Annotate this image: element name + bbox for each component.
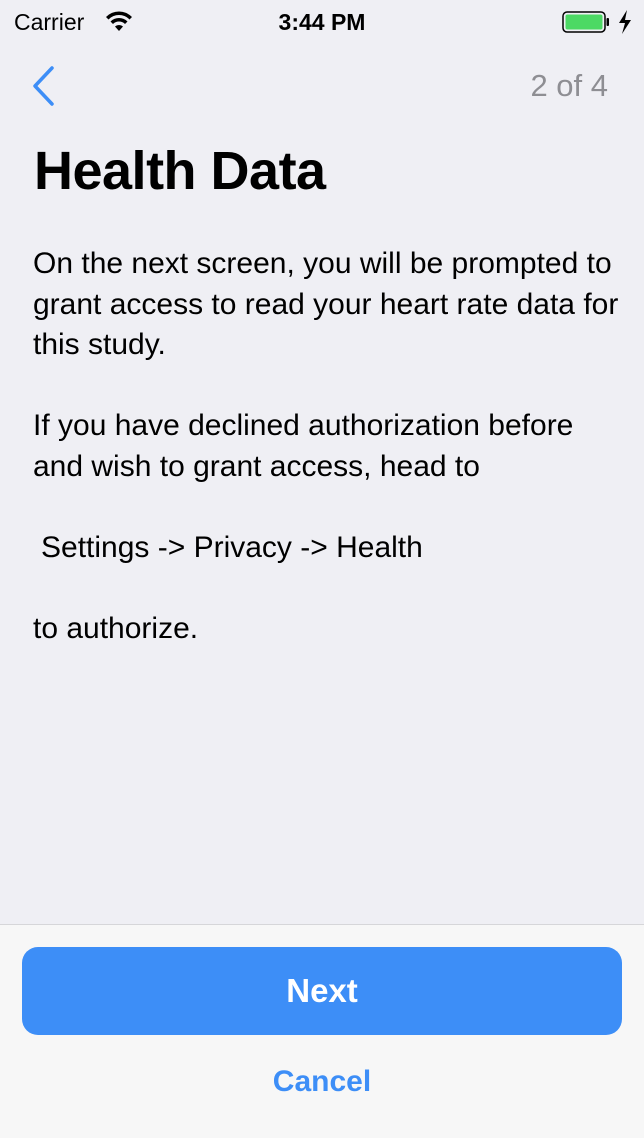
health-data-screen: Carrier 3:44 PM 2 of 4 Health Data On th… [0,0,644,1138]
step-progress: 2 of 4 [530,68,608,103]
charging-bolt-icon [619,10,631,34]
instructions-paragraph-3: to authorize. [33,611,199,645]
next-button[interactable]: Next [22,947,622,1035]
instructions-paragraph-2: If you have declined authorization befor… [33,409,574,483]
chevron-left-icon [33,66,54,106]
footer: Next Cancel [0,924,644,1138]
settings-path-text: Settings -> Privacy -> Health [41,530,423,564]
navigation-bar: 2 of 4 [0,44,644,132]
page-title: Health Data [34,141,326,201]
status-bar: Carrier 3:44 PM [0,0,644,44]
battery-icon [562,11,609,33]
back-button[interactable] [22,62,70,112]
cancel-button[interactable]: Cancel [0,1065,644,1099]
instructions-body: On the next screen, you will be prompted… [33,244,623,649]
clock-time: 3:44 PM [278,9,366,35]
instructions-paragraph-1: On the next screen, you will be prompted… [33,247,619,361]
